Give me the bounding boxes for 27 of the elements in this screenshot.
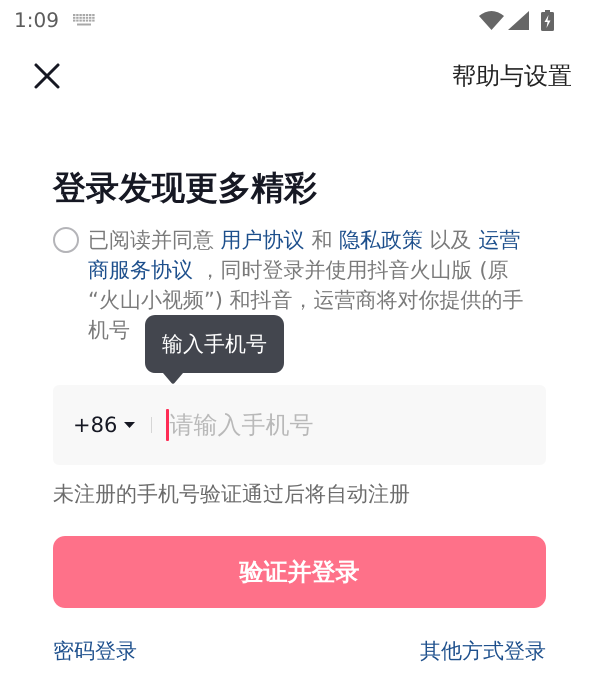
wifi-icon	[479, 10, 504, 30]
agreement-text: 已阅读并同意 用户协议 和 隐私政策 以及 运营	[88, 227, 520, 254]
agreement-text: “火山小视频”) 和抖音，运营商将对你提供的手	[88, 287, 524, 314]
phone-input-field[interactable]: +86 请输入手机号	[53, 385, 546, 465]
help-settings-link[interactable]: 帮助与设置	[452, 60, 572, 92]
tooltip-pointer-icon	[163, 373, 183, 384]
status-time: 1:09	[14, 8, 59, 32]
agreement-text: 机号	[88, 317, 130, 344]
agree-radio[interactable]	[53, 227, 79, 253]
caret-icon	[124, 422, 136, 428]
signal-icon	[508, 10, 529, 30]
agreement-text: 商服务协议 ，同时登录并使用抖音火山版 (原	[88, 257, 509, 284]
password-login-link[interactable]: 密码登录	[53, 636, 137, 666]
policy-link[interactable]: 商服务协议	[88, 258, 193, 282]
text-cursor-icon	[166, 409, 170, 441]
hint-text: 未注册的手机号验证通过后将自动注册	[53, 481, 410, 508]
tooltip: 输入手机号	[145, 315, 284, 384]
battery-charging-icon	[541, 10, 554, 30]
policy-link[interactable]: 运营	[478, 228, 520, 252]
other-login-link[interactable]: 其他方式登录	[420, 636, 546, 666]
keyboard-icon	[72, 14, 95, 26]
close-icon	[33, 62, 61, 90]
policy-link[interactable]: 用户协议	[220, 228, 305, 252]
policy-link[interactable]: 隐私政策	[339, 228, 424, 252]
close-button[interactable]	[33, 62, 61, 90]
page-title: 登录发现更多精彩	[53, 167, 317, 209]
country-code-dropdown[interactable]: +86	[73, 413, 136, 437]
